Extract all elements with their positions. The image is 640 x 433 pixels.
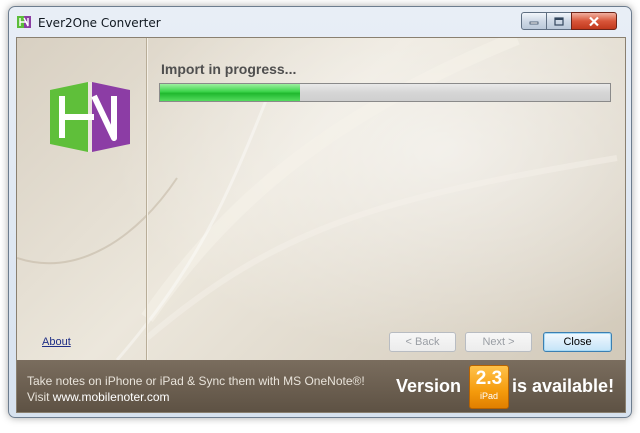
version-badge[interactable]: 2.3 iPad xyxy=(469,365,509,409)
version-prefix: Version xyxy=(396,376,462,396)
promo-website-link[interactable]: www.mobilenoter.com xyxy=(53,390,170,404)
minimize-button[interactable] xyxy=(521,12,547,30)
title-bar[interactable]: Ever2One Converter xyxy=(9,7,631,37)
progress-bar xyxy=(159,83,611,102)
close-window-button[interactable] xyxy=(571,12,617,30)
ever2one-logo xyxy=(50,82,130,152)
promo-visit-text: Visit xyxy=(27,390,50,404)
about-link[interactable]: About xyxy=(42,336,71,348)
status-label: Import in progress... xyxy=(161,61,297,77)
next-button[interactable]: Next > xyxy=(465,332,532,352)
back-button[interactable]: < Back xyxy=(389,332,456,352)
version-device: iPad xyxy=(479,391,498,401)
promo-banner[interactable]: Take notes on iPhone or iPad & Sync them… xyxy=(17,360,625,412)
promo-tagline: Take notes on iPhone or iPad & Sync them… xyxy=(27,374,365,388)
app-window: Ever2One Converter Import in progress... xyxy=(8,6,632,418)
maximize-button[interactable] xyxy=(546,12,572,30)
close-button[interactable]: Close xyxy=(543,332,612,352)
version-suffix: is available! xyxy=(512,376,615,396)
progress-fill xyxy=(160,84,300,101)
version-number: 2.3 xyxy=(475,368,503,389)
main-panel: Import in progress... About < Back Next … xyxy=(16,37,626,413)
maximize-icon xyxy=(554,16,564,26)
ever2one-logo-icon xyxy=(17,16,31,28)
minimize-icon xyxy=(529,21,539,25)
window-title: Ever2One Converter xyxy=(38,16,161,30)
close-icon xyxy=(589,16,599,26)
panel-divider xyxy=(146,38,147,360)
promo-visit-line: Visit www.mobilenoter.com xyxy=(27,390,170,404)
